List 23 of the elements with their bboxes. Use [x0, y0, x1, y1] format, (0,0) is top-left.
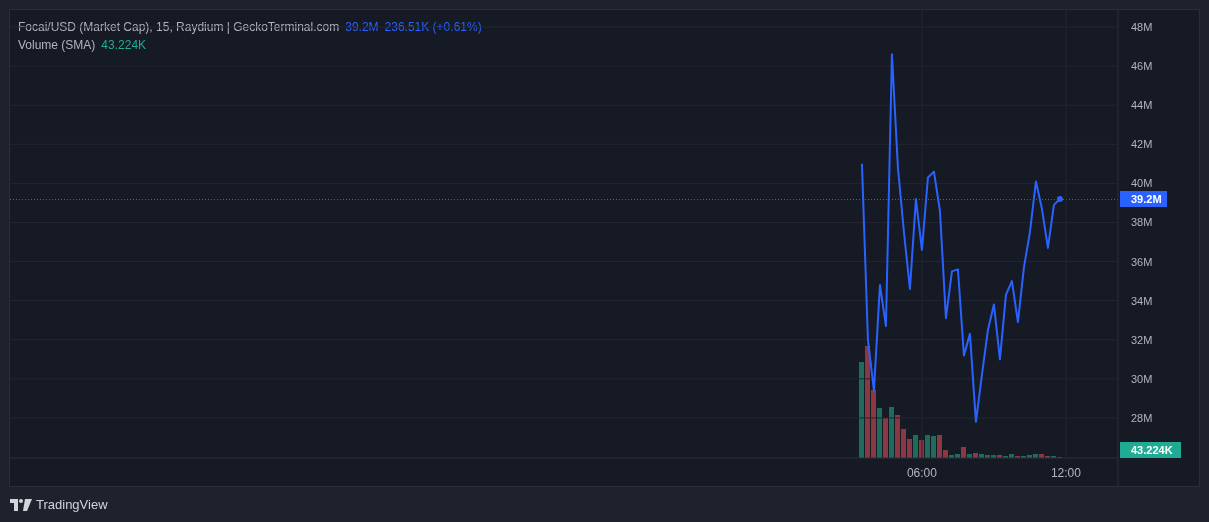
price-axis-label: 48M: [1131, 21, 1153, 33]
time-axis-label: 12:00: [1050, 466, 1081, 480]
price-axis-label: 36M: [1131, 255, 1153, 268]
price-axis-label: 42M: [1131, 138, 1153, 151]
time-axis-label: 06:00: [906, 466, 937, 480]
price-axis-label: 30M: [1131, 372, 1153, 385]
volume-price-label: 43.224K: [1120, 442, 1181, 458]
price-axis-label: 28M: [1131, 411, 1153, 424]
brand-name: TradingView: [36, 495, 108, 514]
price-axis-label: 40M: [1131, 177, 1153, 190]
tradingview-logo-icon: [10, 498, 32, 511]
volume-legend-value: 43.224K: [101, 37, 147, 53]
price-axis-label: 44M: [1131, 99, 1153, 112]
price-axis-label: 38M: [1131, 216, 1153, 229]
price-label: 39.2M: [1120, 191, 1167, 207]
volume-legend-label: Volume (SMA): [18, 37, 96, 53]
price-axis-label: 32M: [1131, 333, 1153, 346]
market-cap-value: 39.2M: [345, 19, 379, 35]
price-axis-label: 34M: [1131, 294, 1153, 307]
last-point-marker: [1056, 196, 1063, 202]
change-value: 236.51K (+0.61%): [384, 19, 482, 35]
price-axis-label: 46M: [1131, 60, 1153, 73]
chart-title: Focai/USD (Market Cap), 15, Raydium | GeckoTerminal.com: [18, 19, 340, 35]
